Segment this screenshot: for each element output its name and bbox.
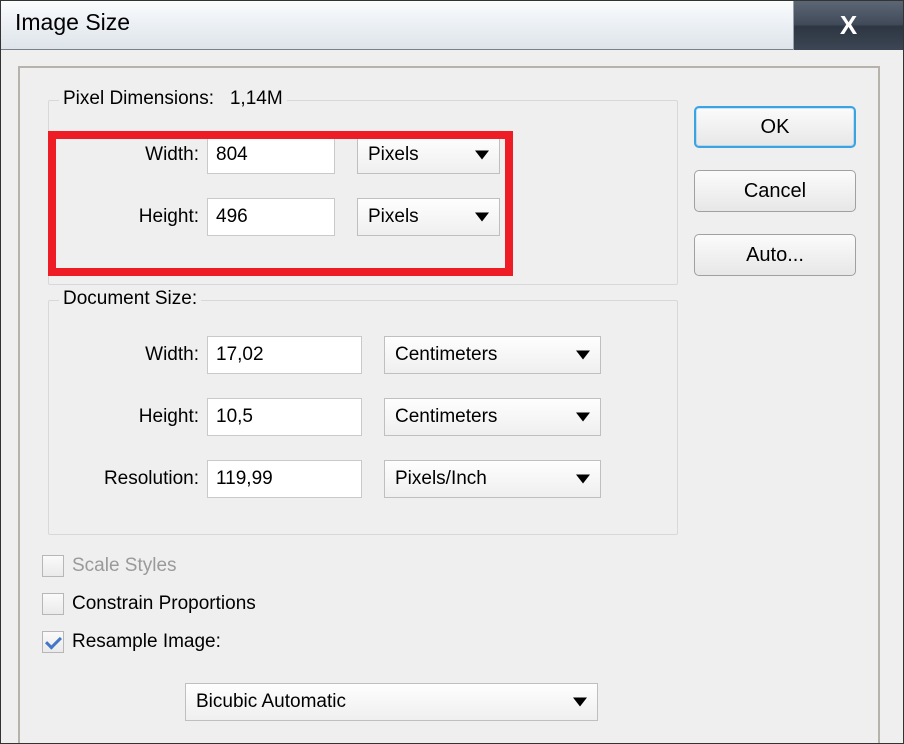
resample-method-value: Bicubic Automatic [196,691,346,713]
chevron-down-icon [475,213,489,222]
ok-button[interactable]: OK [694,106,856,148]
dialog-title: Image Size [1,1,793,49]
doc-width-input[interactable] [207,336,362,374]
doc-height-unit-value: Centimeters [395,406,497,428]
pixel-width-unit-dropdown[interactable]: Pixels [357,136,500,174]
resample-method-dropdown[interactable]: Bicubic Automatic [185,683,598,721]
chevron-down-icon [576,413,590,422]
chevron-down-icon [576,351,590,360]
constrain-proportions-checkbox[interactable] [42,593,64,615]
constrain-proportions-label: Constrain Proportions [72,593,256,615]
pixel-width-unit-value: Pixels [368,144,419,166]
resolution-unit-dropdown[interactable]: Pixels/Inch [384,460,601,498]
doc-height-label: Height: [49,406,207,428]
pixel-height-label: Height: [49,206,207,228]
titlebar: Image Size X [1,1,903,50]
options-checkboxes: Scale Styles Constrain Proportions Resam… [42,547,256,661]
doc-width-label: Width: [49,344,207,366]
doc-width-unit-value: Centimeters [395,344,497,366]
scale-styles-checkbox [42,555,64,577]
dialog-body: Pixel Dimensions: 1,14M Width: Pixels He… [18,66,880,743]
pixel-dimensions-legend: Pixel Dimensions: [63,88,214,109]
auto-button[interactable]: Auto... [694,234,856,276]
resample-image-label: Resample Image: [72,631,221,653]
resolution-label: Resolution: [49,468,207,490]
chevron-down-icon [573,698,587,707]
close-icon: X [840,10,857,41]
pixel-height-unit-value: Pixels [368,206,419,228]
chevron-down-icon [576,475,590,484]
pixel-height-unit-dropdown[interactable]: Pixels [357,198,500,236]
pixel-width-label: Width: [49,144,207,166]
resolution-input[interactable] [207,460,362,498]
cancel-button[interactable]: Cancel [694,170,856,212]
pixel-dimensions-size: 1,14M [230,88,283,109]
document-size-group: Document Size: Width: Centimeters Height… [48,300,678,535]
resample-image-checkbox[interactable] [42,631,64,653]
resample-method-row: Bicubic Automatic [185,683,598,723]
doc-width-unit-dropdown[interactable]: Centimeters [384,336,601,374]
document-size-legend: Document Size: [59,288,201,310]
image-size-dialog: Image Size X Pixel Dimensions: 1,14M Wid… [0,0,904,744]
button-column: OK Cancel Auto... [694,106,856,298]
doc-height-unit-dropdown[interactable]: Centimeters [384,398,601,436]
chevron-down-icon [475,151,489,160]
scale-styles-label: Scale Styles [72,555,177,577]
pixel-dimensions-group: Pixel Dimensions: 1,14M Width: Pixels He… [48,100,678,285]
close-button[interactable]: X [793,1,903,50]
doc-height-input[interactable] [207,398,362,436]
pixel-height-input[interactable] [207,198,335,236]
resolution-unit-value: Pixels/Inch [395,468,487,490]
pixel-width-input[interactable] [207,136,335,174]
